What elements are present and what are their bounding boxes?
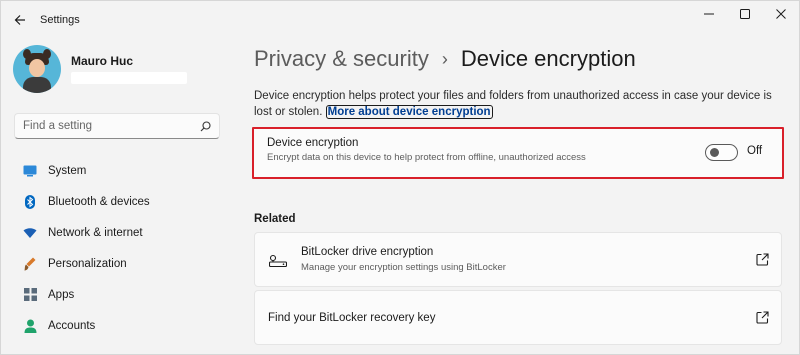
main-content: Privacy & security › Device encryption D… (233, 37, 800, 355)
apps-icon (22, 287, 38, 303)
back-button[interactable] (9, 9, 31, 31)
sidebar: Mauro Huc System Bluetooth & (1, 37, 233, 355)
sidebar-item-bluetooth[interactable]: Bluetooth & devices (13, 186, 223, 217)
toggle-state-label: Off (747, 145, 763, 157)
bitlocker-drive-encryption-card[interactable]: BitLocker drive encryption Manage your e… (254, 232, 782, 287)
brush-icon (22, 256, 38, 272)
search-box[interactable] (14, 113, 220, 139)
user-profile[interactable]: Mauro Huc (13, 45, 187, 93)
device-encryption-subtitle: Encrypt data on this device to help prot… (267, 152, 586, 163)
avatar (13, 45, 61, 93)
toggle-knob (710, 148, 719, 157)
sidebar-item-label: System (48, 164, 87, 177)
back-arrow-icon (14, 15, 25, 25)
sidebar-item-label: Apps (48, 288, 75, 301)
device-encryption-card: Device encryption Encrypt data on this d… (252, 127, 784, 179)
external-link-icon (756, 311, 769, 324)
user-name: Mauro Huc (71, 54, 134, 68)
page-title: Device encryption (460, 46, 636, 71)
bitlocker-title: BitLocker drive encryption (301, 246, 434, 258)
recovery-key-card[interactable]: Find your BitLocker recovery key (254, 290, 782, 345)
sidebar-item-label: Network & internet (48, 226, 143, 239)
maximize-button[interactable] (727, 1, 763, 27)
breadcrumb: Privacy & security › Device encryption (254, 46, 636, 72)
minimize-button[interactable] (691, 1, 727, 27)
app-title: Settings (40, 14, 80, 26)
search-input[interactable] (23, 120, 200, 132)
minimize-icon (704, 13, 714, 15)
system-icon (22, 163, 38, 179)
sidebar-item-personalization[interactable]: Personalization (13, 248, 223, 279)
settings-window: Settings Mauro Huc Find a setting System… (0, 0, 800, 355)
recovery-key-title: Find your BitLocker recovery key (268, 312, 436, 324)
window-controls (691, 1, 799, 29)
close-icon (776, 9, 786, 19)
title-bar: Settings (1, 1, 799, 37)
sidebar-item-label: Accounts (48, 319, 96, 332)
sidebar-nav: System Bluetooth & devices Network & int… (13, 155, 223, 341)
key-drive-icon (269, 254, 287, 267)
sidebar-item-system[interactable]: System (13, 155, 223, 186)
accounts-icon (22, 318, 38, 334)
user-email-redacted (71, 72, 187, 84)
related-heading: Related (254, 213, 296, 225)
sidebar-item-network[interactable]: Network & internet (13, 217, 223, 248)
external-link-icon (756, 253, 769, 266)
bitlocker-subtitle: Manage your encryption settings using Bi… (301, 262, 506, 273)
chevron-right-icon: › (441, 48, 448, 69)
search-icon[interactable] (200, 120, 211, 132)
device-encryption-toggle[interactable] (705, 144, 738, 161)
sidebar-item-apps[interactable]: Apps (13, 279, 223, 310)
page-description: Device encryption helps protect your fil… (254, 88, 784, 120)
close-button[interactable] (763, 1, 799, 27)
breadcrumb-parent[interactable]: Privacy & security (254, 46, 429, 72)
sidebar-item-accounts[interactable]: Accounts (13, 310, 223, 341)
maximize-icon (740, 9, 750, 19)
sidebar-item-label: Personalization (48, 257, 127, 270)
more-about-encryption-link[interactable]: More about device encryption (325, 105, 493, 119)
device-encryption-title: Device encryption (267, 137, 359, 149)
wifi-icon (22, 225, 38, 241)
bluetooth-icon (22, 194, 38, 210)
sidebar-item-label: Bluetooth & devices (48, 195, 150, 208)
